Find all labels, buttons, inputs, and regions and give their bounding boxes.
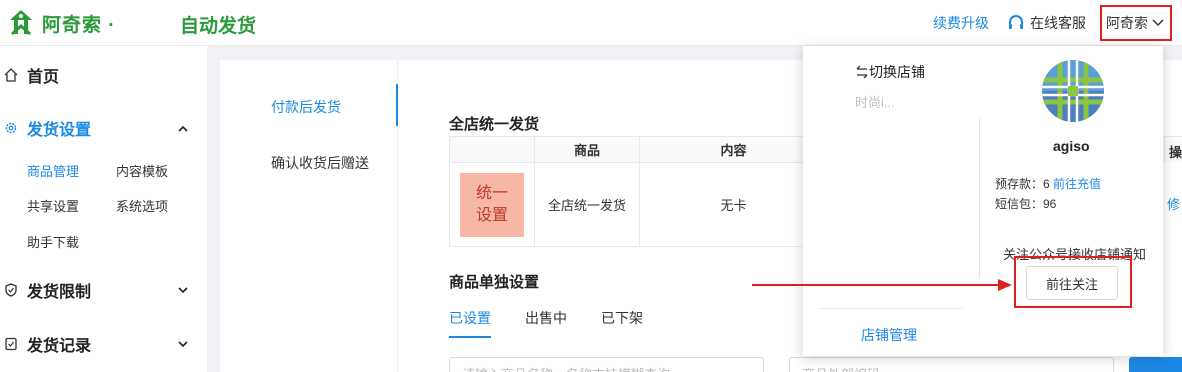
nav-ship-limits-label: 发货限制 <box>27 284 92 301</box>
document-icon <box>5 337 17 351</box>
logo[interactable]: 阿奇索 · <box>6 8 116 38</box>
chevron-down-icon <box>1152 19 1164 27</box>
user-menu[interactable]: 阿奇索 <box>1100 5 1172 41</box>
active-tab-indicator <box>396 84 398 126</box>
chevron-up-icon <box>178 125 188 132</box>
search-button[interactable] <box>1129 357 1182 372</box>
tab-configured[interactable]: 已设置 <box>449 308 491 338</box>
sidebar: 首页 发货设置 商品管理 内容模板 共享设置 系统选项 助手下载 发货限制 发货… <box>0 46 207 372</box>
table-header-row: 商品 内容 <box>449 136 828 163</box>
sidebar-item-product-manage[interactable]: 商品管理 <box>27 161 79 180</box>
unified-ship-table: 商品 内容 统一 设置 全店统一发货 无卡 <box>449 136 828 247</box>
sidebar-item-content-template[interactable]: 内容模板 <box>116 161 168 180</box>
external-code-search-input[interactable]: 商品外部编码 <box>789 357 1114 372</box>
table-cell: 统一 设置 <box>449 162 535 247</box>
table-cell-content: 无卡 <box>639 162 828 247</box>
badge-line-1: 统一 <box>475 184 508 202</box>
nav-ship-records-label: 发货记录 <box>27 338 92 355</box>
table-row: 统一 设置 全店统一发货 无卡 <box>449 162 828 247</box>
online-service-link[interactable]: 在线客服 <box>1007 13 1086 33</box>
balance-label: 预存款：6 <box>995 177 1050 191</box>
chevron-down-icon <box>178 286 188 293</box>
table-header: 内容 <box>639 136 828 163</box>
recharge-link[interactable]: 前往充值 <box>1053 177 1101 191</box>
shop-manage-link[interactable]: 店铺管理 <box>861 325 917 345</box>
shop-name-text: 时尚i... <box>855 95 895 110</box>
logo-icon <box>10 10 32 36</box>
brand-name: 阿奇索 · <box>42 14 116 36</box>
user-dropdown-panel: 切换店铺 时尚i... 店铺管理 agiso 预存款：6 前往充值 短信包：96… <box>803 46 1163 356</box>
sidebar-item-assistant-download[interactable]: 助手下载 <box>27 232 79 251</box>
follow-button[interactable]: 前往关注 <box>1026 266 1118 300</box>
table-header-action: 操 <box>1164 136 1182 162</box>
product-name-search-input[interactable]: 请输入商品名称，名称支持模糊查询 <box>449 357 764 372</box>
edit-link[interactable]: 修 <box>1164 194 1180 213</box>
single-setting-title: 商品单独设置 <box>449 274 540 291</box>
nav-ship-settings-label: 发货设置 <box>27 122 92 139</box>
switch-shop-button[interactable]: 切换店铺 <box>855 62 925 82</box>
balance-row: 预存款：6 前往充值 <box>995 175 1101 192</box>
renew-link[interactable]: 续费升级 <box>933 13 989 33</box>
sidebar-item-system-options[interactable]: 系统选项 <box>116 196 168 215</box>
unified-ship-title: 全店统一发货 <box>449 116 540 133</box>
avatar <box>1042 60 1104 122</box>
tab-pay-ship[interactable]: 付款后发货 <box>271 97 341 117</box>
switch-shop-label: 切换店铺 <box>869 64 925 80</box>
vertical-tabs: 付款后发货 确认收货后赠送 <box>220 60 398 372</box>
nav-ship-records[interactable]: 发货记录 <box>0 329 207 359</box>
table-header: 商品 <box>534 136 640 163</box>
switch-icon <box>856 65 868 79</box>
nav-home[interactable]: 首页 <box>0 60 207 90</box>
app-title: 自动发货 <box>180 16 257 37</box>
sms-balance: 短信包：96 <box>995 197 1057 211</box>
sidebar-item-share-settings[interactable]: 共享设置 <box>27 196 79 215</box>
badge-line-2: 设置 <box>475 206 508 224</box>
chevron-down-icon <box>178 340 188 347</box>
headset-icon <box>1009 15 1023 29</box>
unified-setting-badge[interactable]: 统一 设置 <box>460 172 524 237</box>
tab-confirm-gift[interactable]: 确认收货后赠送 <box>271 153 369 173</box>
gear-icon <box>5 122 17 134</box>
product-status-tabs: 已设置 出售中 已下架 <box>449 308 677 338</box>
annotation-arrow-icon <box>752 279 1012 291</box>
username: agiso <box>1053 138 1090 154</box>
nav-ship-settings[interactable]: 发货设置 <box>0 113 207 143</box>
agiso-avatar-icon <box>1042 60 1104 122</box>
shield-icon <box>5 283 17 297</box>
tab-off-shelf[interactable]: 已下架 <box>601 308 643 338</box>
user-menu-label: 阿奇索 <box>1106 15 1148 31</box>
nav-home-label: 首页 <box>27 69 60 86</box>
table-cell-product: 全店统一发货 <box>534 162 640 247</box>
panel-divider <box>979 118 980 278</box>
tab-on-sale[interactable]: 出售中 <box>525 308 567 338</box>
top-bar: 阿奇索 · 自动发货 续费升级 在线客服 阿奇索 <box>0 0 1182 46</box>
panel-divider <box>819 308 963 309</box>
nav-ship-limits[interactable]: 发货限制 <box>0 275 207 305</box>
online-service-label: 在线客服 <box>1030 15 1086 31</box>
home-icon <box>4 68 18 82</box>
table-header <box>449 136 535 163</box>
